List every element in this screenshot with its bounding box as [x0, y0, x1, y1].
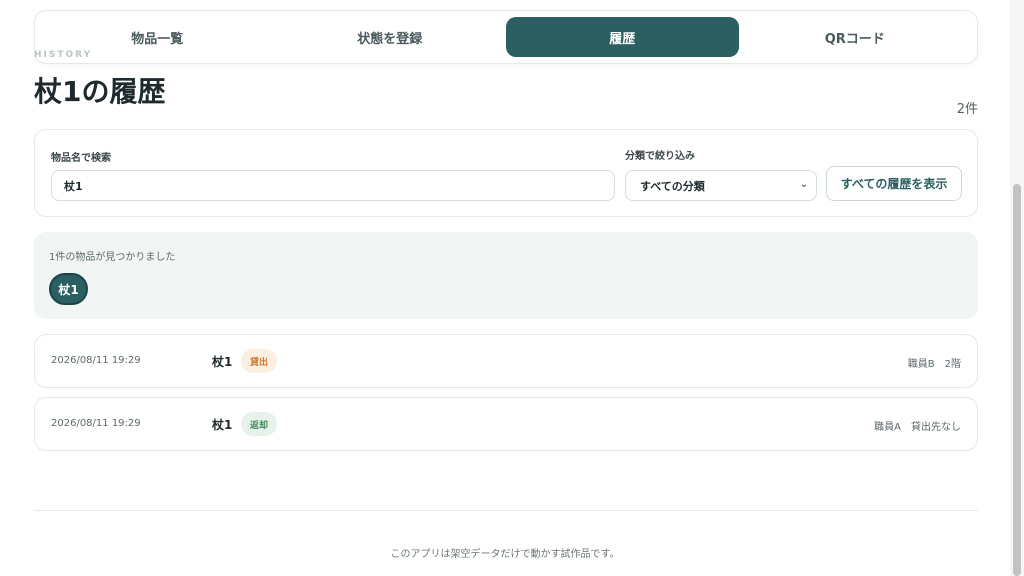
- search-input[interactable]: [51, 170, 615, 201]
- status-badge-lend: 貸出: [241, 349, 278, 373]
- category-selected-value: すべての分類: [640, 179, 705, 193]
- show-all-history-button[interactable]: すべての履歴を表示: [826, 166, 962, 201]
- tab-history[interactable]: 履歴: [506, 17, 739, 57]
- history-datetime: 2026/08/11 19:29: [51, 355, 141, 366]
- chevron-down-icon: ⌄: [799, 179, 808, 190]
- tab-bar: 物品一覧 状態を登録 履歴 QRコード: [34, 10, 978, 64]
- history-location: 2階: [944, 359, 961, 370]
- footer-note: このアプリは架空データだけで動かす試作品です。: [390, 549, 620, 560]
- history-datetime: 2026/08/11 19:29: [51, 418, 141, 429]
- history-meta: 職員A 貸出先なし: [874, 418, 961, 433]
- category-label: 分類で絞り込み: [625, 151, 695, 162]
- scrollbar-thumb[interactable]: [1013, 184, 1021, 576]
- history-location: 貸出先なし: [911, 422, 961, 433]
- page-title: 杖1の履歴: [34, 75, 166, 108]
- filter-card: 物品名で検索 分類で絞り込み すべての分類 ⌄ すべての履歴を表示: [34, 129, 978, 217]
- history-item-name: 杖1: [212, 418, 233, 432]
- search-results-panel: 1件の物品が見つかりました 杖1: [34, 232, 978, 319]
- scrollbar[interactable]: [1010, 0, 1024, 576]
- footer-divider: [34, 510, 978, 511]
- tab-qr-code[interactable]: QRコード: [739, 17, 972, 57]
- record-count: 2件: [956, 102, 978, 117]
- history-meta: 職員B 2階: [908, 355, 961, 370]
- category-select[interactable]: すべての分類 ⌄: [625, 170, 817, 201]
- history-item-name: 杖1: [212, 355, 233, 369]
- search-label: 物品名で検索: [51, 153, 111, 164]
- tab-register-status[interactable]: 状態を登録: [274, 17, 507, 57]
- status-badge-return: 返却: [241, 412, 278, 436]
- section-eyebrow: HISTORY: [34, 50, 93, 60]
- history-row: 2026/08/11 19:29 杖1 返却 職員A 貸出先なし: [34, 397, 978, 451]
- results-summary: 1件の物品が見つかりました: [49, 252, 176, 263]
- history-row: 2026/08/11 19:29 杖1 貸出 職員B 2階: [34, 334, 978, 388]
- history-staff: 職員B: [907, 359, 935, 370]
- result-item-chip[interactable]: 杖1: [49, 273, 88, 305]
- history-staff: 職員A: [874, 422, 901, 433]
